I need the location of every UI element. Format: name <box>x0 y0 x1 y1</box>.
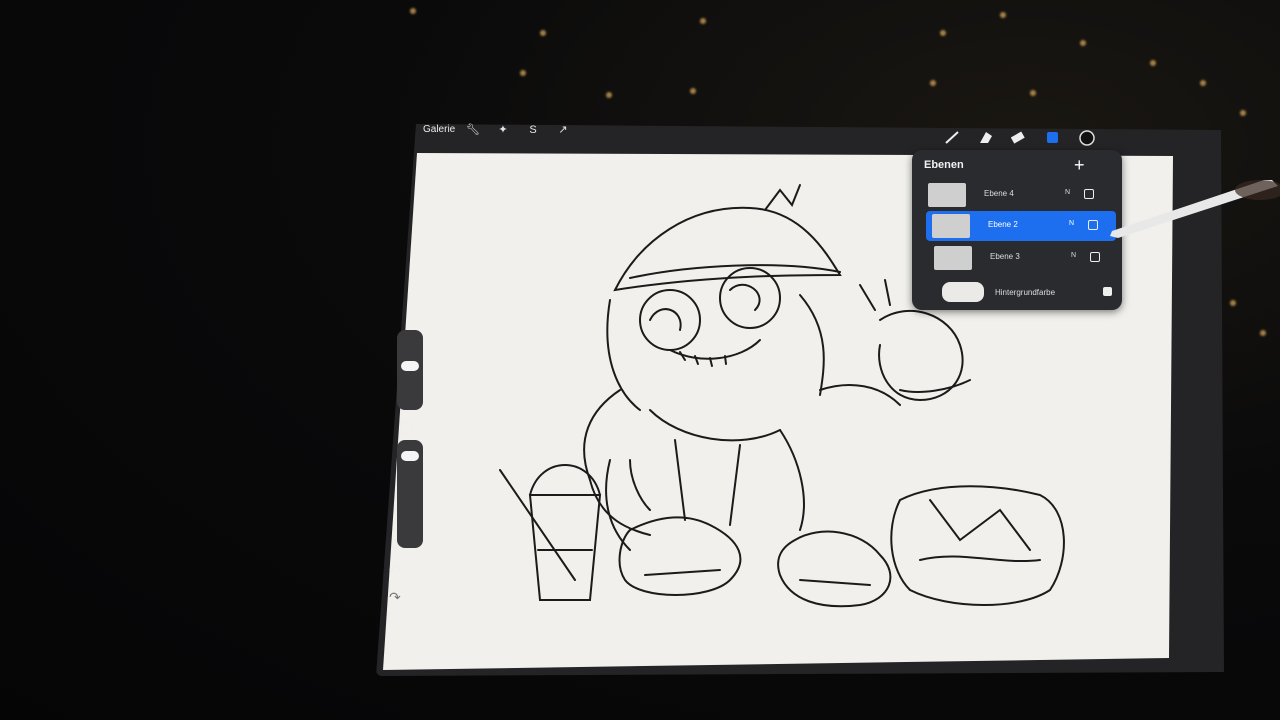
blend-mode-label[interactable]: N <box>1069 220 1074 227</box>
city-light <box>410 8 416 14</box>
background-color-swatch[interactable] <box>942 282 984 302</box>
eraser-icon[interactable] <box>1010 131 1025 144</box>
background-visibility-checkbox[interactable] <box>1103 287 1112 296</box>
magic-wand-icon[interactable]: ✦ <box>497 124 509 136</box>
visibility-checkbox[interactable] <box>1090 252 1100 262</box>
layer-name: Ebene 4 <box>984 189 1014 198</box>
modify-square-icon[interactable] <box>400 422 412 434</box>
layer-name: Ebene 3 <box>990 252 1020 261</box>
city-light <box>1230 300 1236 306</box>
city-light <box>940 30 946 36</box>
layers-icon[interactable] <box>1047 132 1058 143</box>
stylus-pencil <box>1110 180 1280 238</box>
layer-name: Ebene 2 <box>988 220 1018 229</box>
city-light <box>690 88 696 94</box>
blend-mode-label[interactable]: N <box>1065 189 1070 196</box>
transform-arrow-icon[interactable]: ↗ <box>557 124 569 136</box>
city-light <box>540 30 546 36</box>
brush-icon[interactable] <box>945 131 959 144</box>
redo-icon[interactable]: ↷ <box>389 589 401 606</box>
smudge-icon[interactable] <box>980 132 992 143</box>
blend-mode-label[interactable]: N <box>1071 252 1076 259</box>
layer-row-ebene-2[interactable]: Ebene 2 N <box>926 211 1116 241</box>
layer-thumbnail <box>928 183 966 207</box>
layer-thumbnail <box>932 214 970 238</box>
layer-row-ebene-3[interactable]: Ebene 3 N <box>928 243 1118 273</box>
color-circle-icon[interactable] <box>1079 130 1095 146</box>
layer-row-ebene-4[interactable]: Ebene 4 N <box>922 180 1112 210</box>
city-light <box>606 92 612 98</box>
city-light <box>1150 60 1156 66</box>
city-light <box>520 70 526 76</box>
background-layer-name: Hintergrundfarbe <box>995 288 1056 297</box>
wrench-icon[interactable]: 🔧︎ <box>466 124 480 136</box>
city-light <box>1030 90 1036 96</box>
right-toolbar <box>945 130 1095 146</box>
selection-icon[interactable]: S <box>527 124 539 136</box>
visibility-checkbox[interactable] <box>1088 220 1098 230</box>
city-light <box>930 80 936 86</box>
visibility-checkbox[interactable] <box>1084 189 1094 199</box>
opacity-knob[interactable] <box>401 451 419 461</box>
undo-icon[interactable]: ↶ <box>389 562 401 579</box>
city-light <box>1260 330 1266 336</box>
layers-panel-title: Ebenen <box>924 159 964 171</box>
city-light <box>1200 80 1206 86</box>
city-light <box>1000 12 1006 18</box>
city-light <box>700 18 706 24</box>
photo-scene: Galerie 🔧︎ ✦ S ↗ ↶ ↷ Ebenen + Ebene 4 N … <box>0 0 1280 720</box>
brush-size-knob[interactable] <box>401 361 419 371</box>
layer-thumbnail <box>934 246 972 270</box>
city-light <box>1240 110 1246 116</box>
city-light <box>1080 40 1086 46</box>
gallery-button[interactable]: Galerie <box>423 124 455 135</box>
add-layer-button[interactable]: + <box>1074 156 1085 174</box>
